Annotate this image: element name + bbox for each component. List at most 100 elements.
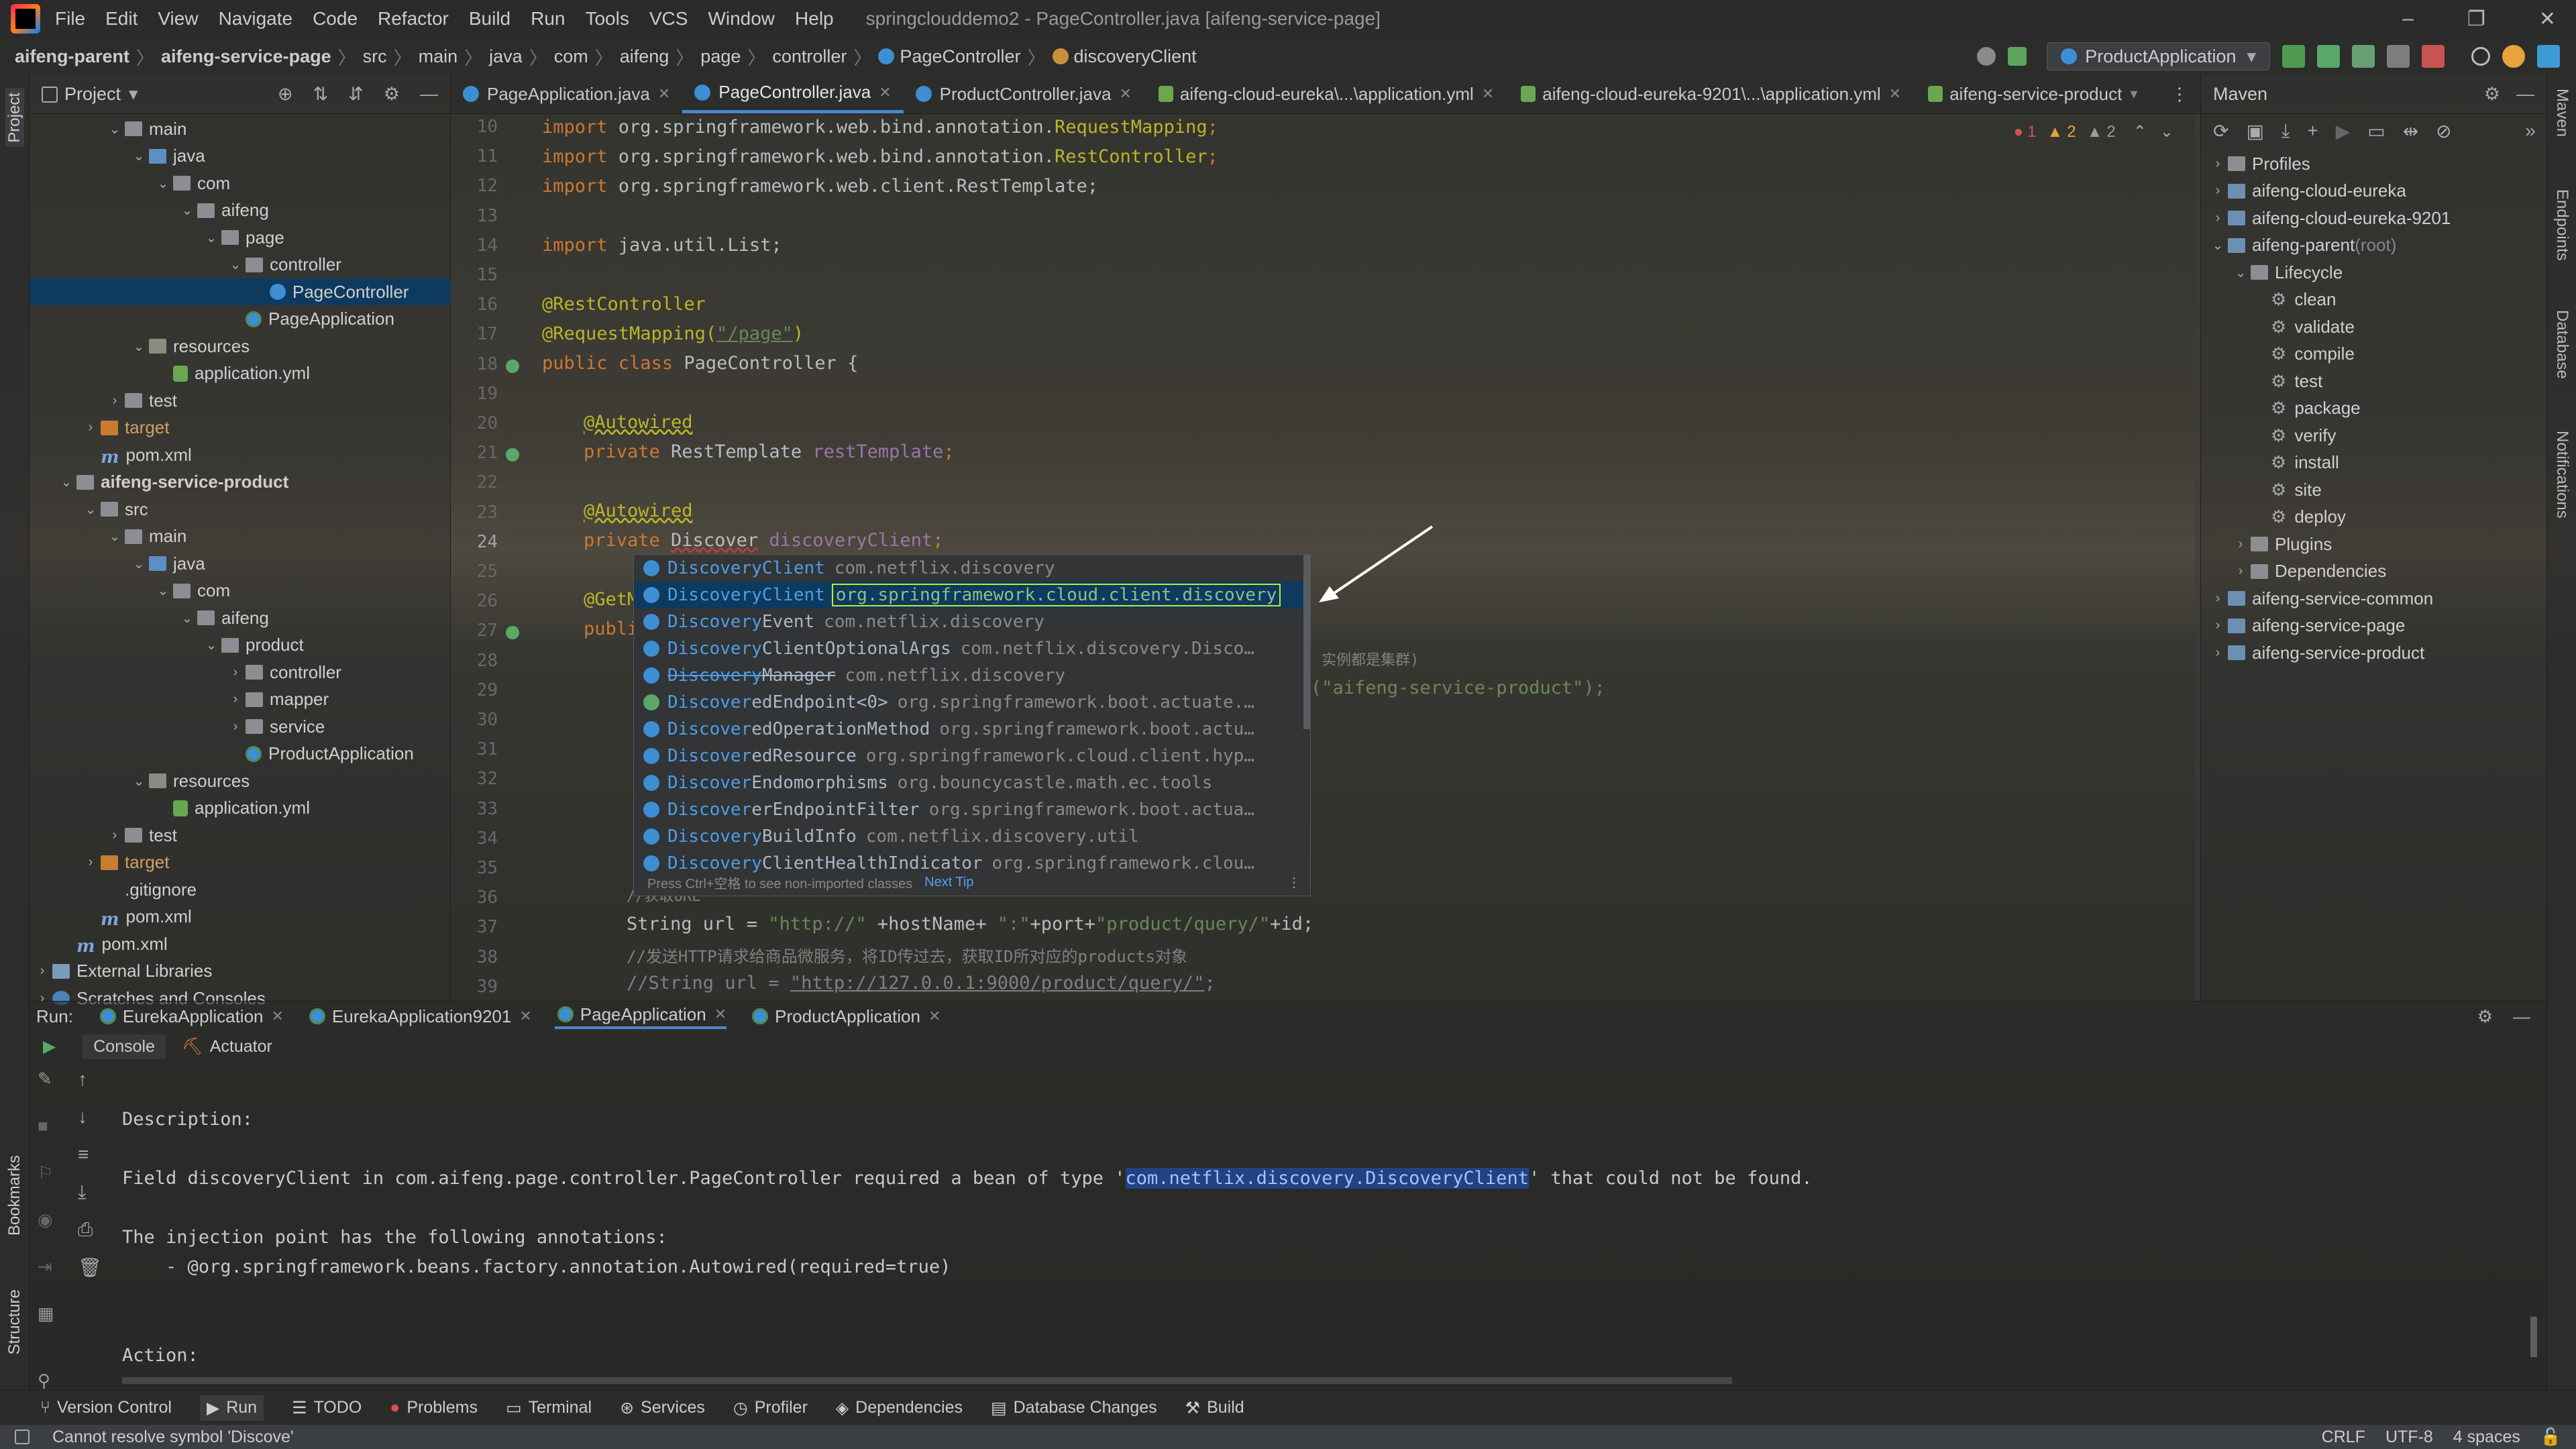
chevron-down-icon[interactable]: ⌄ bbox=[2233, 264, 2248, 281]
breadcrumb-item[interactable]: discoveryClient bbox=[1074, 46, 1197, 67]
tab-console[interactable]: Console bbox=[83, 1034, 166, 1059]
project-tree-item[interactable]: › test bbox=[30, 822, 451, 849]
tab-eureka-9201-yml[interactable]: aifeng-cloud-eureka-9201\...\application… bbox=[1506, 74, 1913, 113]
project-tree-item[interactable]: .gitignore bbox=[30, 876, 451, 903]
code-line-17[interactable]: @RequestMapping("/page") bbox=[542, 323, 804, 344]
completion-item[interactable]: Discover edOperationMethod org.springframe… bbox=[634, 716, 1310, 743]
run-tool[interactable]: ▶ Run bbox=[199, 1395, 264, 1421]
chevron-right-icon[interactable]: › bbox=[107, 828, 122, 843]
project-tree-item[interactable]: ⌄ aifeng-service-product bbox=[30, 469, 451, 496]
line-separator[interactable]: CRLF bbox=[2322, 1428, 2365, 1447]
project-tree-item[interactable]: ⌄ com bbox=[30, 170, 451, 197]
project-panel-title[interactable]: Project bbox=[64, 84, 121, 105]
code-line-23[interactable]: @Autowired bbox=[584, 500, 693, 521]
menu-window[interactable]: Window bbox=[708, 8, 775, 30]
run-tab-page-application[interactable]: PageApplication ✕ bbox=[554, 1004, 727, 1029]
maven-tree-item[interactable]: ⚙ compile bbox=[2256, 341, 2355, 368]
project-tree-item[interactable]: › controller bbox=[30, 659, 451, 686]
profile-icon[interactable] bbox=[2387, 45, 2410, 68]
menu-navigate[interactable]: Navigate bbox=[219, 8, 293, 30]
completion-item[interactable]: DiscoveryClient org.springframework.cloud… bbox=[634, 582, 1310, 608]
chevron-right-icon[interactable]: › bbox=[35, 963, 50, 979]
scroll-to-end-icon[interactable]: ⤓ bbox=[78, 1181, 86, 1203]
terminal-tool[interactable]: ▭ Terminal bbox=[506, 1398, 592, 1418]
soft-wrap-icon[interactable]: ≡ bbox=[78, 1144, 89, 1165]
chevron-right-icon[interactable]: › bbox=[2210, 645, 2225, 661]
chevron-down-icon[interactable]: ⌄ bbox=[156, 582, 170, 599]
skip-tests-icon[interactable]: ⊘ bbox=[2436, 120, 2451, 142]
maven-tree-item[interactable]: ⚙ site bbox=[2256, 476, 2322, 503]
maven-tree-item[interactable]: › aifeng-cloud-eureka-9201 bbox=[2210, 205, 2451, 231]
reload-icon[interactable]: ⟳ bbox=[2213, 120, 2229, 142]
search-icon[interactable] bbox=[2471, 47, 2490, 66]
execute-goal-icon[interactable]: ▭ bbox=[2367, 120, 2385, 142]
rerun-icon[interactable] bbox=[2282, 45, 2305, 68]
maven-tree-item[interactable]: › Profiles bbox=[2210, 150, 2310, 177]
bookmarks-tool-tab[interactable]: Bookmarks bbox=[5, 1155, 24, 1236]
breadcrumb-item[interactable]: aifeng-service-page bbox=[161, 46, 331, 67]
completion-item[interactable]: Discovery Manager com.netflix.discovery bbox=[634, 662, 1310, 689]
project-tool-tab[interactable]: Project bbox=[5, 89, 24, 147]
run-tab-product-application[interactable]: ProductApplication ✕ bbox=[749, 1006, 941, 1027]
popup-menu-icon[interactable]: ⋮ bbox=[1287, 874, 1301, 891]
indent-setting[interactable]: 4 spaces bbox=[2453, 1428, 2520, 1447]
project-tree-item[interactable]: ⌄ controller bbox=[30, 252, 451, 278]
stop-icon[interactable]: ■ bbox=[38, 1116, 48, 1136]
code-line-12[interactable]: import org.springframework.web.client.Re… bbox=[542, 176, 1098, 197]
update-icon[interactable] bbox=[2502, 45, 2525, 68]
chevron-down-icon[interactable]: ⌄ bbox=[107, 528, 122, 545]
maven-tree-item[interactable]: ⌄ Lifecycle bbox=[2233, 259, 2343, 286]
bean-icon[interactable] bbox=[506, 359, 519, 373]
code-line-21[interactable]: private RestTemplate restTemplate; bbox=[584, 441, 955, 462]
chevron-down-icon[interactable]: ⌄ bbox=[180, 202, 195, 219]
breadcrumb-item[interactable]: controller bbox=[772, 46, 847, 67]
project-tree-item[interactable]: ⌄ product bbox=[30, 632, 451, 659]
completion-item[interactable]: Discovery Event com.netflix.discovery bbox=[634, 608, 1310, 635]
menu-run[interactable]: Run bbox=[531, 8, 565, 30]
code-line-24[interactable]: private Discover discoveryClient; bbox=[584, 530, 943, 551]
menu-build[interactable]: Build bbox=[469, 8, 511, 30]
menu-file[interactable]: File bbox=[55, 8, 85, 30]
wrench-icon[interactable]: ✎ bbox=[38, 1069, 52, 1089]
project-tree-item[interactable]: ⌄ java bbox=[30, 550, 451, 577]
bean-icon[interactable] bbox=[506, 626, 519, 640]
download-icon[interactable]: ⤓ bbox=[2282, 120, 2290, 142]
project-tree-item[interactable]: m pom.xml bbox=[30, 904, 451, 930]
hide-panel-icon[interactable]: — bbox=[2516, 84, 2534, 105]
tab-product-controller[interactable]: ProductController.java ✕ bbox=[904, 74, 1144, 113]
build-tool[interactable]: ⚒ Build bbox=[1185, 1398, 1244, 1418]
breadcrumb-item[interactable]: java bbox=[489, 46, 523, 67]
chevron-down-icon[interactable]: ⌄ bbox=[2210, 237, 2225, 254]
project-tree-item[interactable]: › test bbox=[30, 387, 451, 414]
add-icon[interactable]: + bbox=[2307, 120, 2318, 142]
run-tab-eureka[interactable]: EurekaApplication ✕ bbox=[97, 1006, 284, 1027]
chevron-down-icon[interactable]: ⌄ bbox=[131, 148, 146, 164]
collapse-all-icon[interactable]: ⇵ bbox=[348, 84, 364, 105]
code-line-29[interactable]: ("aifeng-service-product"); bbox=[1311, 678, 1605, 698]
dependencies-tool[interactable]: ◈ Dependencies bbox=[836, 1398, 963, 1418]
completion-item[interactable]: Discovery ClientOptionalArgs com.netflix.d… bbox=[634, 635, 1310, 662]
completion-item[interactable]: Discover edResource org.springframework.cl… bbox=[634, 743, 1310, 769]
completion-item[interactable]: Discover Endomorphisms org.bouncycastle.ma… bbox=[634, 769, 1310, 796]
close-tab-icon[interactable]: ✕ bbox=[519, 1008, 531, 1025]
maven-tree-item[interactable]: › aifeng-service-product bbox=[2210, 639, 2425, 666]
minimize-icon[interactable]: – bbox=[2402, 7, 2414, 30]
maven-tool-tab[interactable]: Maven bbox=[2553, 89, 2571, 137]
menu-edit[interactable]: Edit bbox=[105, 8, 138, 30]
maven-tree-item[interactable]: ⚙ test bbox=[2256, 368, 2322, 394]
menu-view[interactable]: View bbox=[158, 8, 198, 30]
next-highlight-icon[interactable]: ⌄ bbox=[2160, 122, 2174, 142]
project-tree-item[interactable]: ⌄ page bbox=[30, 224, 451, 251]
close-tab-icon[interactable]: ✕ bbox=[928, 1008, 941, 1025]
user-icon[interactable] bbox=[1977, 47, 1996, 66]
project-tree-item[interactable]: PageController bbox=[30, 278, 451, 305]
tab-eureka-yml[interactable]: aifeng-cloud-eureka\...\application.yml ✕ bbox=[1144, 74, 1506, 113]
prev-highlight-icon[interactable]: ⌃ bbox=[2133, 122, 2147, 142]
locate-icon[interactable]: ⊕ bbox=[278, 84, 293, 105]
code-line-27[interactable]: publi bbox=[584, 619, 638, 639]
maven-tree-item[interactable]: ⚙ verify bbox=[2256, 422, 2336, 449]
completion-item[interactable]: Discover erEndpointFilter org.springframew… bbox=[634, 796, 1310, 823]
breadcrumb-item[interactable]: aifeng-parent bbox=[15, 46, 129, 67]
completion-scrollbar[interactable] bbox=[1303, 555, 1310, 729]
breadcrumb-item[interactable]: com bbox=[554, 46, 588, 67]
